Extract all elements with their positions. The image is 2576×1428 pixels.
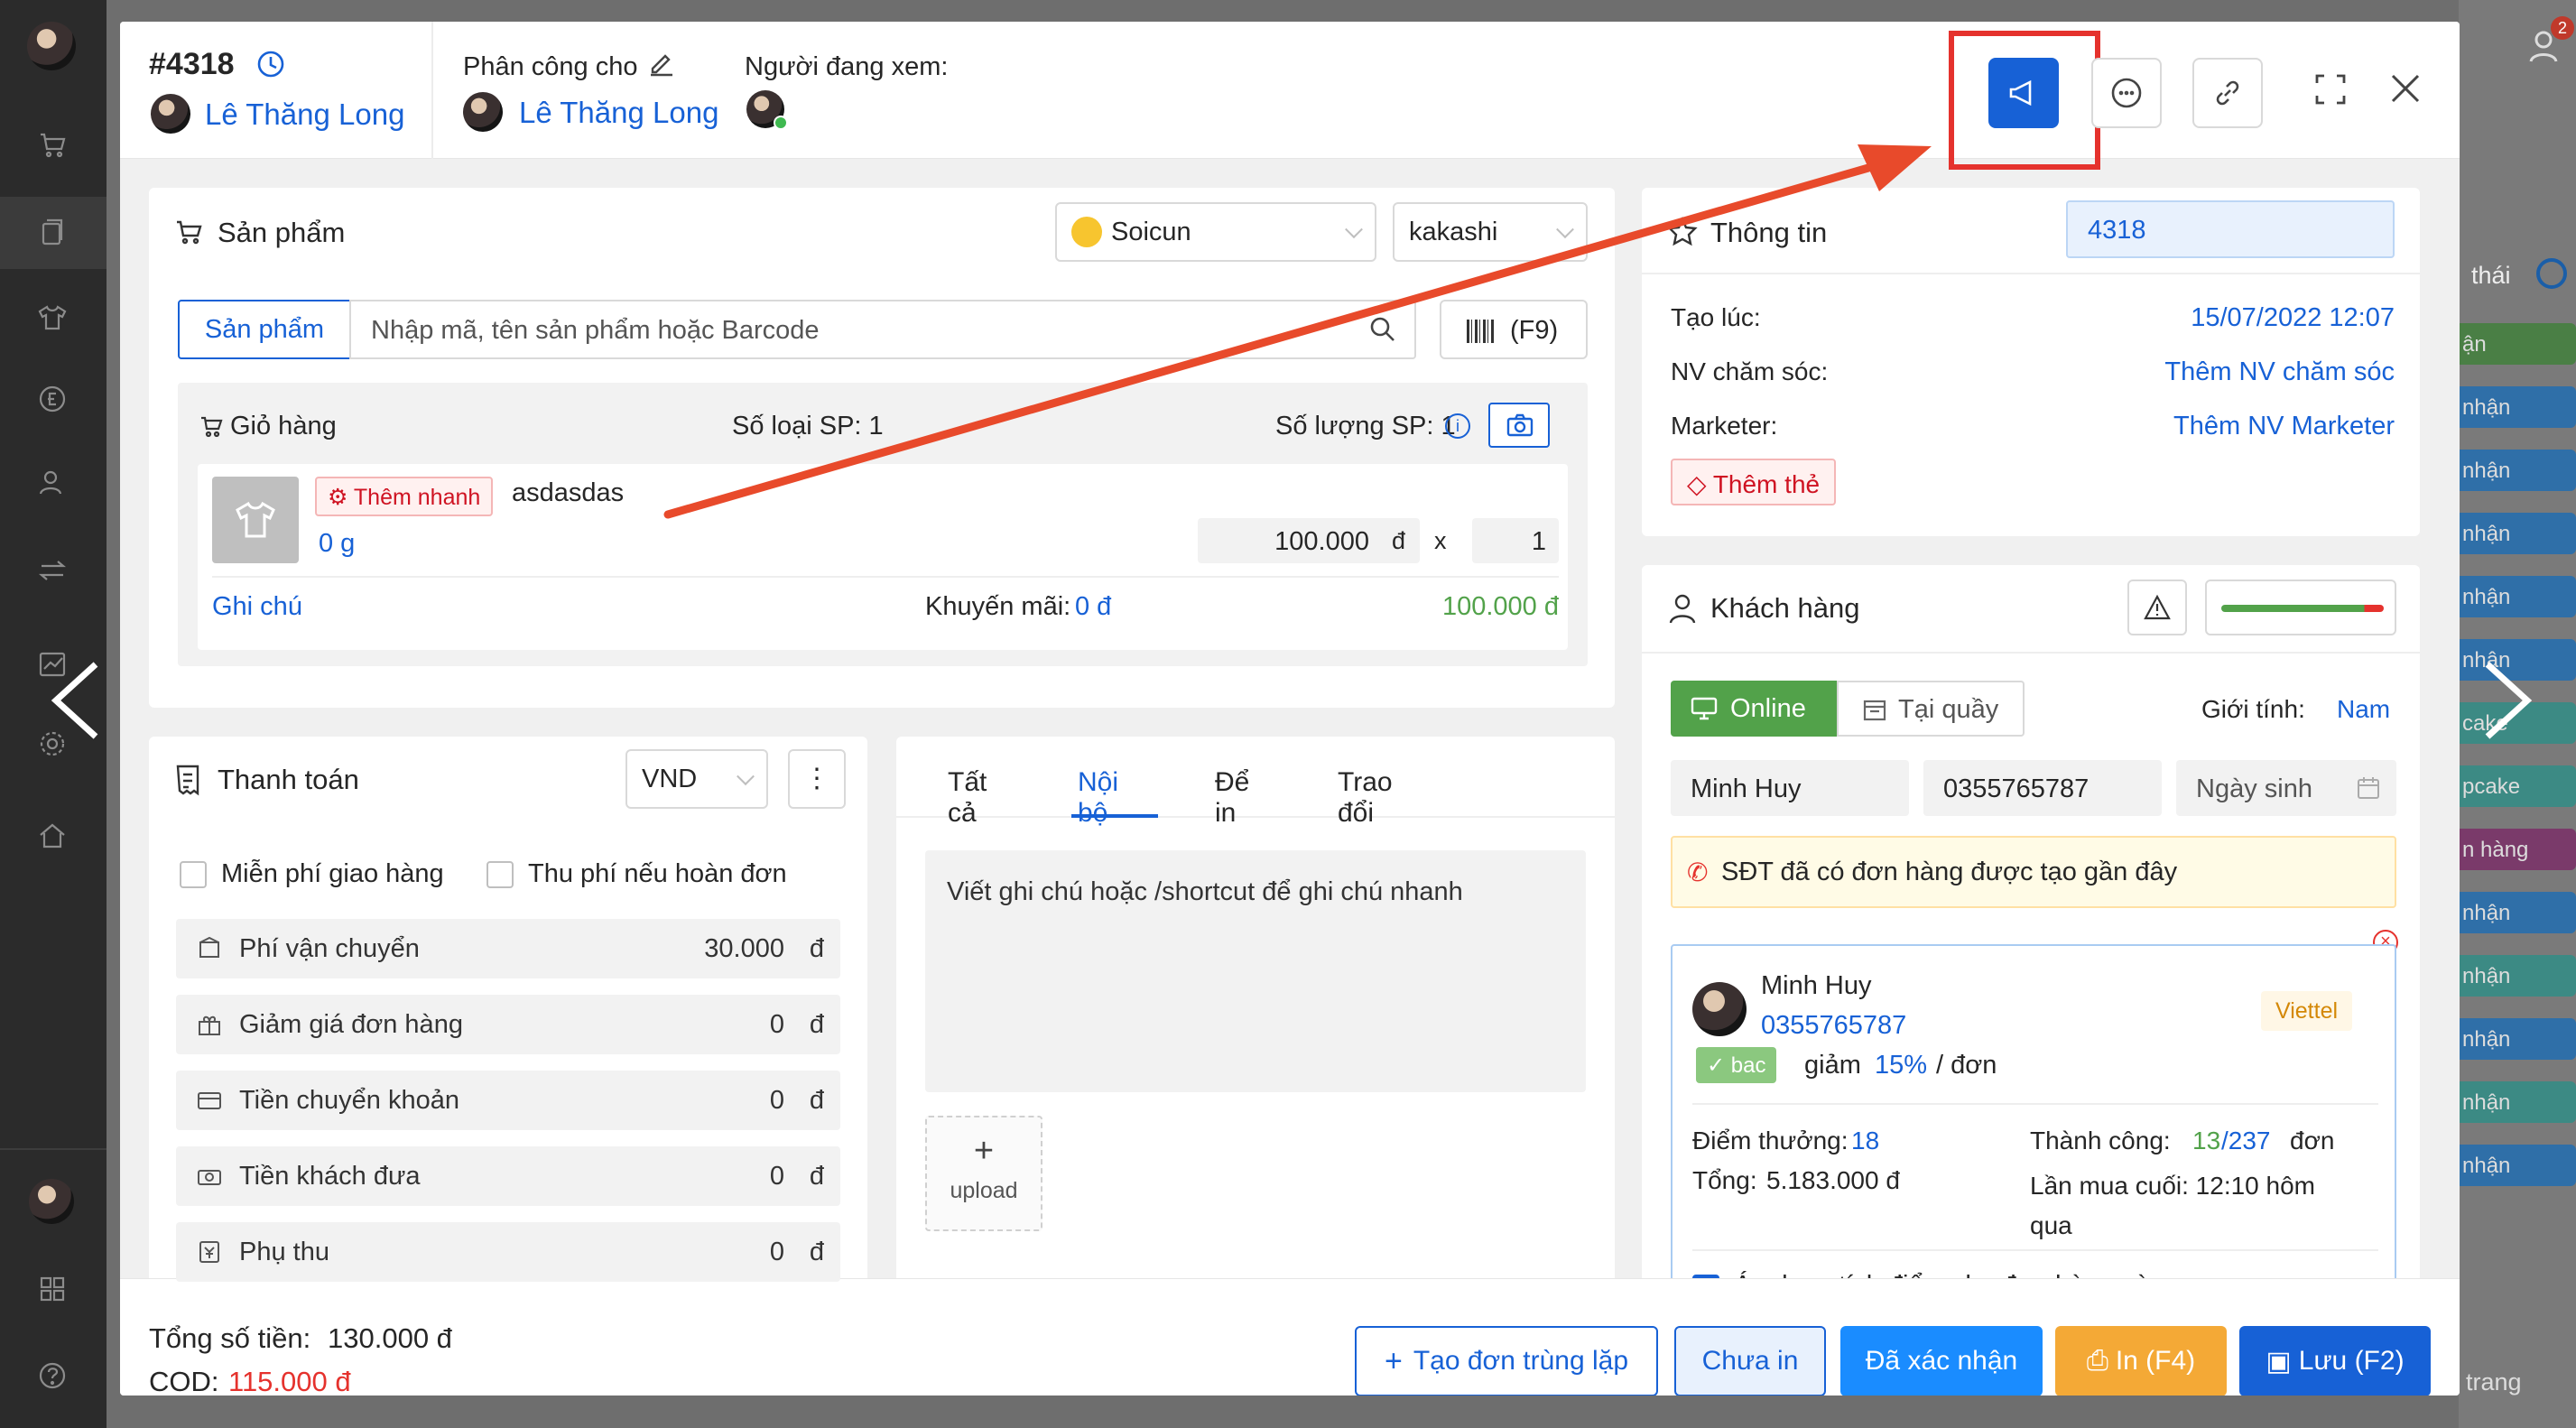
annotation-arrow [663, 144, 1932, 519]
